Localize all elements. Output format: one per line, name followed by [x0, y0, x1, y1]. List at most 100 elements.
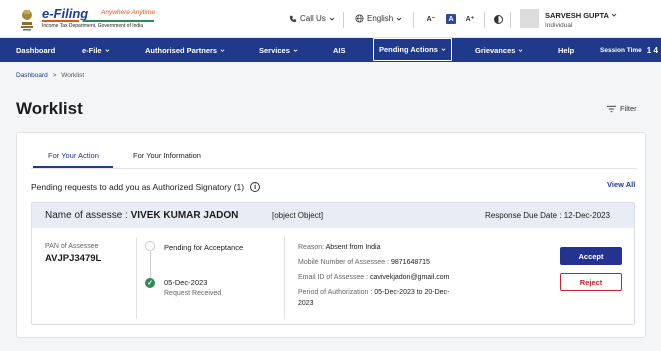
- nav-label: Services: [259, 45, 290, 55]
- nav-label: AIS: [333, 45, 346, 55]
- check-circle-icon: ✓: [145, 278, 155, 288]
- breadcrumb-current: Worklist: [61, 72, 85, 79]
- email-value: cavivekjadon@gmail.com: [369, 274, 450, 281]
- user-name: SARVESH GUPTA: [545, 11, 609, 20]
- chevron-down-icon: [220, 48, 225, 52]
- chevron-down-icon: [293, 48, 298, 52]
- reject-button[interactable]: Reject: [560, 273, 622, 291]
- pending-status-icon: [145, 241, 155, 251]
- header-divider: [413, 12, 414, 28]
- nav-grievances[interactable]: Grievances: [475, 38, 523, 62]
- breadcrumb-separator: >: [52, 72, 57, 79]
- assessee-name-label: Name of assesse :: [45, 210, 128, 221]
- nav-label: Grievances: [475, 45, 516, 55]
- session-label: Session Time: [600, 46, 642, 54]
- due-label: Response Due Date :: [485, 211, 562, 220]
- status-date: 05-Dec-2023: [164, 278, 208, 287]
- avatar[interactable]: [520, 9, 539, 28]
- pending-requests-heading: Pending requests to add you as Authorize…: [31, 182, 261, 192]
- status-received: Request Received: [164, 290, 222, 297]
- font-increase-button[interactable]: A⁺: [465, 14, 475, 24]
- accept-button[interactable]: Accept: [560, 247, 622, 265]
- logo-subtitle: Income Tax Department, Government of Ind…: [42, 23, 144, 29]
- mobile-row: Mobile Number of Assessee : 9871648715: [298, 258, 430, 268]
- language-selector[interactable]: English: [355, 14, 402, 23]
- contrast-toggle-icon[interactable]: [494, 15, 503, 24]
- breadcrumb: Dashboard > Worklist: [16, 72, 84, 79]
- header-divider: [484, 12, 485, 28]
- tab-for-your-information[interactable]: For Your Information: [133, 151, 201, 160]
- top-header: e-Filing Anywhere Anytime Income Tax Dep…: [0, 0, 661, 38]
- chevron-down-icon: [518, 48, 523, 52]
- chevron-down-icon: [441, 48, 446, 51]
- logo-underline: [42, 20, 154, 22]
- logo-tagline: Anywhere Anytime: [101, 9, 155, 16]
- chevron-down-icon: [105, 48, 110, 52]
- breadcrumb-dashboard[interactable]: Dashboard: [16, 72, 48, 79]
- logo-title: e-Filing: [42, 6, 89, 21]
- request-card: Name of assesse : VIVEK KUMAR JADON [obj…: [31, 202, 635, 325]
- worklist-card: For Your Action For Your Information Pen…: [16, 132, 646, 338]
- call-us-link[interactable]: Call Us: [289, 14, 335, 23]
- globe-icon: [355, 14, 364, 23]
- assessee-name-value: VIVEK KUMAR JADON: [130, 210, 239, 221]
- tab-for-your-action[interactable]: For Your Action: [48, 151, 99, 160]
- page-title: Worklist: [16, 99, 83, 118]
- period-value-end: 2023: [298, 300, 314, 307]
- request-header: Name of assesse : VIVEK KUMAR JADON [obj…: [32, 203, 634, 228]
- response-due-date: Response Due Date : 12-Dec-2023: [485, 211, 610, 220]
- user-menu[interactable]: SARVESH GUPTA: [545, 11, 617, 20]
- nav-services[interactable]: Services: [259, 38, 298, 62]
- header-divider: [510, 12, 511, 28]
- nav-label: Pending Actions: [379, 45, 438, 54]
- nav-label: Dashboard: [16, 45, 56, 55]
- nav-authorised-partners[interactable]: Authorised Partners: [145, 38, 225, 62]
- font-normal-button[interactable]: A: [446, 14, 456, 24]
- font-decrease-button[interactable]: A⁻: [426, 14, 436, 24]
- view-all-link[interactable]: View All: [607, 180, 635, 189]
- nav-label: Help: [558, 45, 575, 55]
- pan-value: AVJPJ3479L: [45, 253, 102, 264]
- nav-label: e-File: [82, 45, 102, 55]
- nav-label: Authorised Partners: [145, 45, 218, 55]
- assessee-name: Name of assesse : VIVEK KUMAR JADON: [45, 210, 238, 221]
- info-icon[interactable]: i: [250, 182, 261, 192]
- nav-ais[interactable]: AIS: [333, 38, 346, 62]
- column-divider: [136, 237, 137, 319]
- mobile-value: 9871648715: [391, 259, 430, 266]
- object-text: [object Object]: [272, 211, 324, 220]
- header-divider: [343, 12, 344, 28]
- efiling-logo[interactable]: e-Filing Anywhere Anytime Income Tax Dep…: [16, 6, 156, 32]
- chevron-down-icon: [611, 13, 617, 17]
- email-label: Email ID of Assessee :: [298, 274, 369, 281]
- language-label: English: [367, 14, 394, 23]
- period-row: Period of Authorization : 05-Dec-2023 to…: [298, 288, 449, 298]
- reason-value: Absent from India: [325, 244, 381, 251]
- phone-icon: [289, 15, 297, 22]
- timeline-line: [150, 251, 151, 281]
- column-divider: [284, 237, 285, 319]
- nav-efile[interactable]: e-File: [82, 38, 110, 62]
- reason-row: Reason: Absent from India: [298, 243, 381, 253]
- mobile-label: Mobile Number of Assessee :: [298, 259, 390, 266]
- period-value: 05-Dec-2023 to 20-Dec-: [374, 289, 450, 296]
- session-value: 1 4: [646, 45, 658, 55]
- chevron-down-icon: [396, 17, 402, 21]
- nav-help[interactable]: Help: [558, 38, 574, 62]
- national-emblem-icon: [21, 10, 33, 31]
- user-role: Individual: [545, 22, 573, 29]
- filter-button[interactable]: Filter: [607, 104, 637, 113]
- tab-divider: [31, 168, 637, 169]
- call-us-label: Call Us: [300, 14, 326, 23]
- email-row: Email ID of Assessee : cavivekjadon@gmai…: [298, 273, 449, 283]
- main-nav: Dashboard e-File Authorised Partners Ser…: [0, 38, 661, 62]
- period-label: Period of Authorization :: [298, 289, 373, 296]
- pending-title: Pending requests to add you as Authorize…: [31, 182, 245, 192]
- session-timer: Session Time 1 4: [600, 38, 658, 62]
- filter-label: Filter: [620, 104, 637, 113]
- nav-dashboard[interactable]: Dashboard: [16, 38, 55, 62]
- chevron-down-icon: [329, 17, 335, 21]
- nav-pending-actions[interactable]: Pending Actions: [373, 38, 452, 61]
- period-row-continued: 2023: [298, 299, 314, 309]
- pan-label: PAN of Assessee: [45, 243, 99, 250]
